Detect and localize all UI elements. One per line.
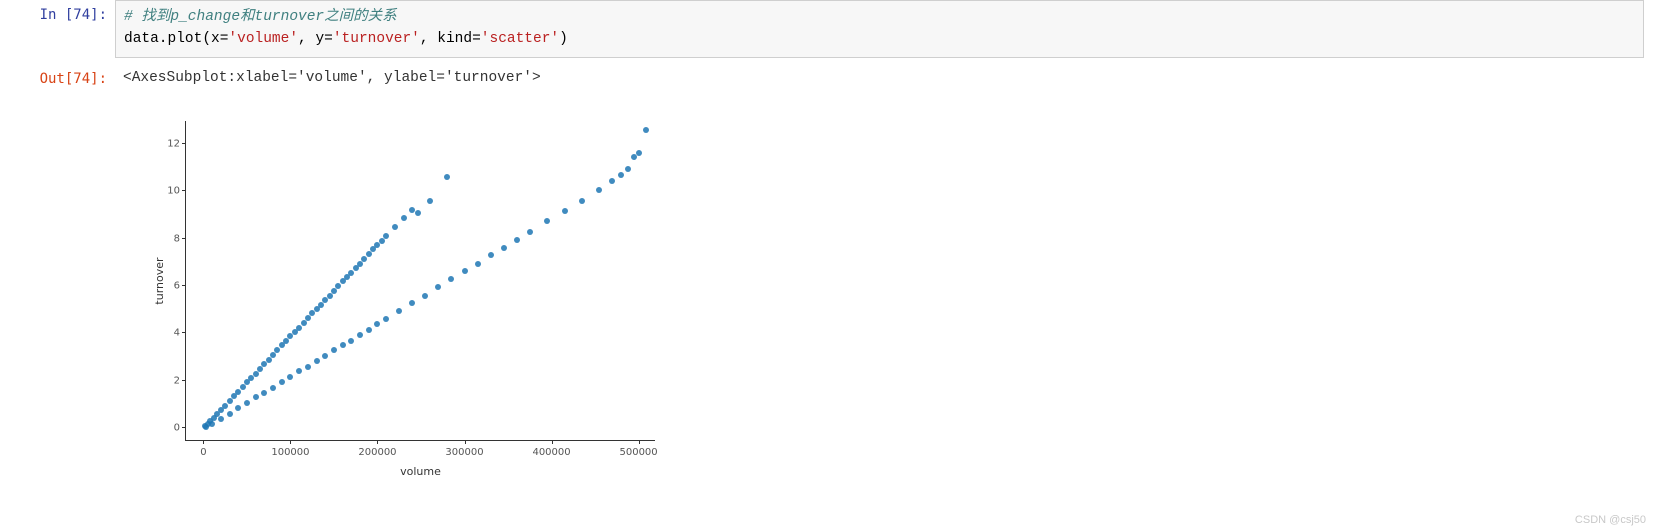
y-tick: 4 [158, 328, 180, 339]
x-tick: 0 [200, 447, 206, 458]
data-point [475, 261, 481, 267]
data-point [305, 364, 311, 370]
data-point [527, 229, 533, 235]
data-point [235, 405, 241, 411]
data-point [609, 178, 615, 184]
data-point [427, 198, 433, 204]
data-point [636, 150, 642, 156]
input-prompt: In [74]: [0, 0, 115, 58]
data-point [462, 268, 468, 274]
y-tick: 0 [158, 423, 180, 434]
code-input[interactable]: # 找到p_change和turnover之间的关系 data.plot(x='… [115, 0, 1644, 58]
x-axis-label: volume [400, 465, 441, 478]
data-point [383, 316, 389, 322]
scatter-plot: turnover volume 010000020000030000040000… [115, 103, 675, 503]
data-point [287, 374, 293, 380]
data-point [279, 379, 285, 385]
x-tick: 400000 [532, 447, 570, 458]
x-tick: 200000 [358, 447, 396, 458]
watermark: CSDN @csj50 [1575, 514, 1646, 526]
y-tick: 8 [158, 233, 180, 244]
data-point [374, 321, 380, 327]
input-cell: In [74]: # 找到p_change和turnover之间的关系 data… [0, 0, 1654, 58]
data-point [643, 127, 649, 133]
y-tick: 6 [158, 281, 180, 292]
data-point [596, 187, 602, 193]
data-point [314, 358, 320, 364]
data-point [448, 276, 454, 282]
data-point [396, 308, 402, 314]
data-point [203, 424, 209, 430]
plot-axes: turnover volume 010000020000030000040000… [185, 121, 655, 441]
data-point [409, 207, 415, 213]
code-comment: # 找到p_change和turnover之间的关系 [124, 9, 397, 25]
data-point [415, 210, 421, 216]
data-point [331, 347, 337, 353]
data-point [422, 293, 428, 299]
data-point [261, 390, 267, 396]
plot-output: turnover volume 010000020000030000040000… [115, 103, 1654, 503]
data-point [579, 198, 585, 204]
output-cell: Out[74]: <AxesSubplot:xlabel='volume', y… [0, 64, 1654, 96]
data-point [322, 353, 328, 359]
data-point [488, 252, 494, 258]
data-point [348, 338, 354, 344]
data-point [618, 172, 624, 178]
output-prompt: Out[74]: [0, 64, 115, 96]
x-tick: 300000 [445, 447, 483, 458]
x-tick: 100000 [271, 447, 309, 458]
data-point [501, 245, 507, 251]
output-text: <AxesSubplot:xlabel='volume', ylabel='tu… [115, 64, 1654, 96]
data-point [244, 400, 250, 406]
data-point [435, 284, 441, 290]
data-point [270, 385, 276, 391]
y-tick: 10 [158, 186, 180, 197]
data-point [218, 416, 224, 422]
data-point [544, 218, 550, 224]
data-point [562, 208, 568, 214]
data-point [357, 332, 363, 338]
data-point [409, 300, 415, 306]
data-point [383, 233, 389, 239]
data-point [253, 394, 259, 400]
y-tick: 2 [158, 375, 180, 386]
x-tick: 500000 [619, 447, 657, 458]
data-point [340, 342, 346, 348]
code-line: data.plot(x='volume', y='turnover', kind… [124, 31, 568, 47]
data-point [625, 166, 631, 172]
y-tick: 12 [158, 138, 180, 149]
data-point [209, 421, 215, 427]
data-point [401, 215, 407, 221]
data-point [296, 368, 302, 374]
data-point [366, 327, 372, 333]
data-point [514, 237, 520, 243]
data-point [392, 224, 398, 230]
data-point [227, 411, 233, 417]
data-point [444, 174, 450, 180]
